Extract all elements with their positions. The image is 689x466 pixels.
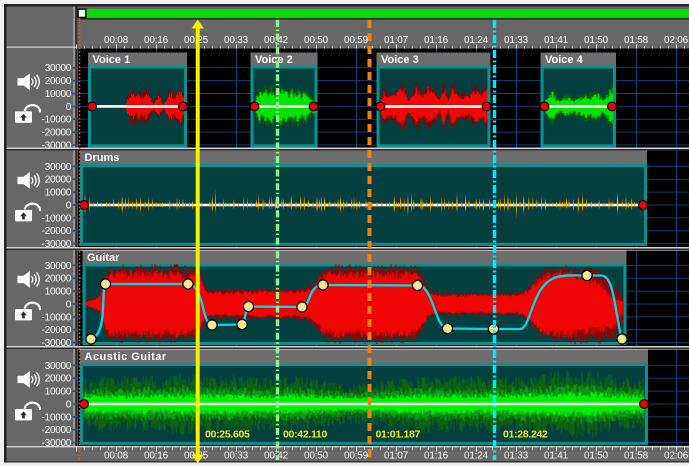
svg-text:00:16: 00:16 <box>144 450 169 461</box>
svg-text:01:24: 01:24 <box>464 450 489 461</box>
svg-text:10000: 10000 <box>45 387 72 398</box>
svg-text:-20000: -20000 <box>42 226 72 237</box>
svg-text:01:01.187: 01:01.187 <box>376 428 421 440</box>
svg-text:01:41: 01:41 <box>544 450 569 461</box>
svg-text:20000: 20000 <box>45 274 72 285</box>
svg-text:-10000: -10000 <box>42 213 72 224</box>
svg-text:Voice 1: Voice 1 <box>93 54 131 66</box>
svg-text:20000: 20000 <box>45 175 72 186</box>
svg-text:02:06: 02:06 <box>664 450 689 461</box>
svg-text:01:58: 01:58 <box>624 450 649 461</box>
svg-text:30000: 30000 <box>45 361 72 372</box>
svg-text:-10000: -10000 <box>42 312 72 323</box>
svg-text:0: 0 <box>66 102 72 113</box>
svg-text:20000: 20000 <box>45 374 72 385</box>
svg-text:01:50: 01:50 <box>584 450 609 461</box>
svg-text:00:08: 00:08 <box>104 450 129 461</box>
svg-text:01:28.242: 01:28.242 <box>503 428 548 440</box>
svg-text:20000: 20000 <box>45 76 72 87</box>
svg-text:0: 0 <box>66 299 72 310</box>
svg-text:Acustic Guitar: Acustic Guitar <box>85 351 167 363</box>
svg-text:-20000: -20000 <box>42 325 72 336</box>
svg-text:10000: 10000 <box>45 89 72 100</box>
svg-text:Voice 3: Voice 3 <box>381 54 419 66</box>
svg-text:30000: 30000 <box>45 261 72 272</box>
svg-text:01:16: 01:16 <box>424 450 449 461</box>
svg-text:00:59: 00:59 <box>344 450 369 461</box>
svg-text:-20000: -20000 <box>42 128 72 139</box>
svg-text:01:07: 01:07 <box>384 450 409 461</box>
svg-text:-10000: -10000 <box>42 412 72 423</box>
svg-text:Drums: Drums <box>85 152 120 164</box>
svg-text:01:33: 01:33 <box>504 450 529 461</box>
svg-text:Voice 4: Voice 4 <box>545 54 584 66</box>
svg-text:-10000: -10000 <box>42 115 72 126</box>
svg-text:Voice 2: Voice 2 <box>255 54 293 66</box>
svg-text:Guitar: Guitar <box>87 252 120 264</box>
svg-text:00:25.605: 00:25.605 <box>205 428 250 440</box>
svg-text:10000: 10000 <box>45 188 72 199</box>
svg-text:30000: 30000 <box>45 63 72 74</box>
svg-text:-20000: -20000 <box>42 425 72 436</box>
svg-text:00:42.110: 00:42.110 <box>283 428 327 440</box>
svg-text:0: 0 <box>66 399 72 410</box>
svg-text:00:33: 00:33 <box>224 450 249 461</box>
svg-text:30000: 30000 <box>45 162 72 173</box>
svg-text:00:50: 00:50 <box>304 450 329 461</box>
svg-text:0: 0 <box>66 200 72 211</box>
svg-text:10000: 10000 <box>45 287 72 298</box>
